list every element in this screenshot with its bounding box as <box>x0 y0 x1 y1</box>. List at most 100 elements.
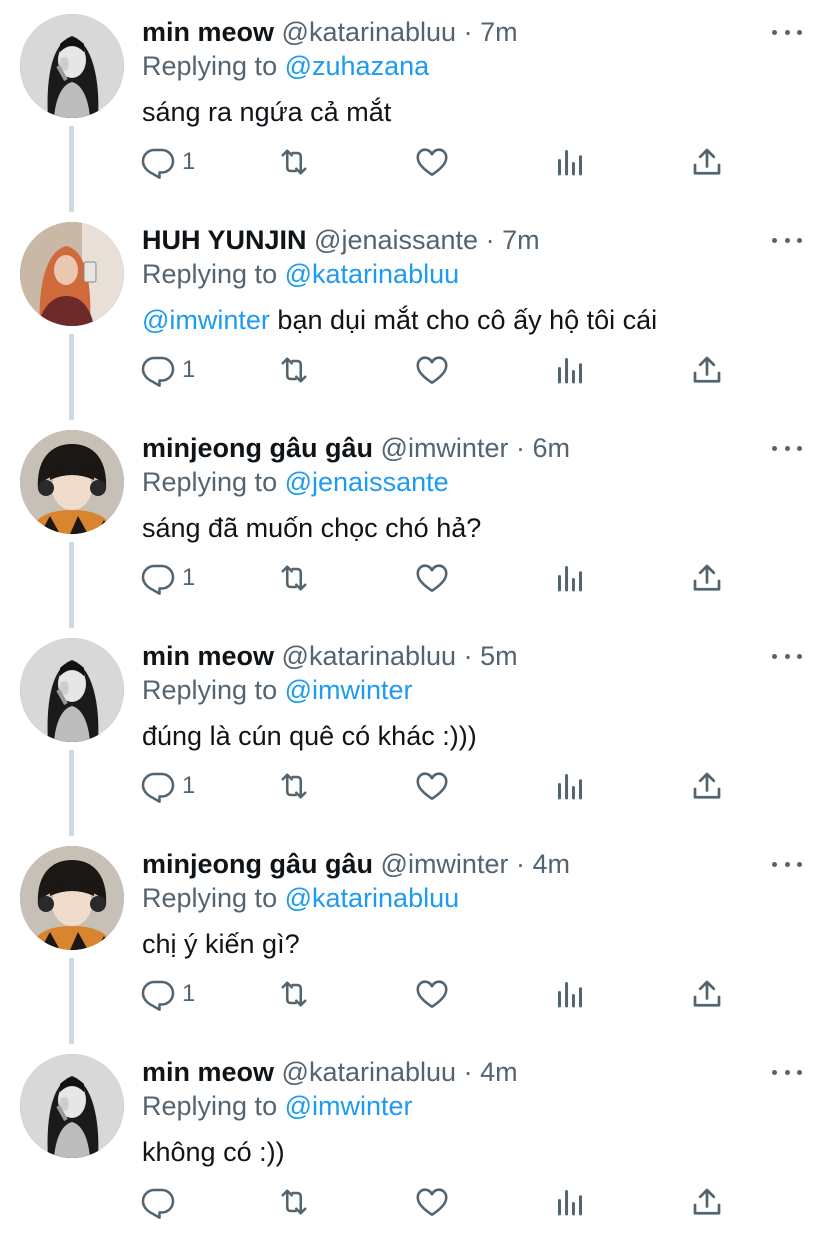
replying-to-handle[interactable]: @zuhazana <box>285 51 430 81</box>
timestamp[interactable]: 4m <box>532 849 570 879</box>
views-icon <box>552 976 588 1012</box>
user-handle[interactable]: @katarinabluu <box>282 1057 457 1087</box>
retweet-button[interactable] <box>276 1180 312 1224</box>
separator-dot: · <box>463 17 473 47</box>
share-button[interactable] <box>689 764 725 808</box>
like-button[interactable] <box>414 348 450 392</box>
replying-to-handle[interactable]: @imwinter <box>285 1091 413 1121</box>
reply-button[interactable]: 1 <box>140 972 195 1016</box>
views-button[interactable] <box>552 348 588 392</box>
share-icon <box>689 1184 725 1220</box>
share-button[interactable] <box>689 140 725 184</box>
replying-to-handle[interactable]: @katarinabluu <box>285 883 460 913</box>
retweet-button[interactable] <box>276 556 312 600</box>
reply-icon <box>140 352 176 388</box>
timestamp[interactable]: 4m <box>480 1057 518 1087</box>
views-icon <box>552 144 588 180</box>
reply-button[interactable] <box>140 1180 182 1224</box>
heart-icon <box>414 768 450 804</box>
timestamp[interactable]: 5m <box>480 641 518 671</box>
views-button[interactable] <box>552 140 588 184</box>
heart-icon <box>414 1184 450 1220</box>
views-button[interactable] <box>552 556 588 600</box>
reply-icon <box>140 1184 176 1220</box>
display-name[interactable]: HUH YUNJIN <box>142 225 307 255</box>
tweet-text: @imwinter bạn dụi mắt cho cô ấy hộ tôi c… <box>142 304 657 336</box>
mention-link[interactable]: @imwinter <box>142 305 270 335</box>
avatar[interactable] <box>20 14 124 118</box>
tweet-body: đúng là cún quê có khác :))) <box>142 721 477 751</box>
reply-count: 1 <box>182 356 196 383</box>
display-name[interactable]: minjeong gâu gâu <box>142 849 373 879</box>
action-bar: 1 <box>0 348 828 392</box>
timestamp[interactable]: 7m <box>502 225 540 255</box>
replying-to-handle[interactable]: @katarinabluu <box>285 259 460 289</box>
retweet-button[interactable] <box>276 764 312 808</box>
like-button[interactable] <box>414 764 450 808</box>
user-handle[interactable]: @katarinabluu <box>282 641 457 671</box>
replying-to-handle[interactable]: @jenaissante <box>285 467 449 497</box>
retweet-button[interactable] <box>276 140 312 184</box>
user-handle[interactable]: @katarinabluu <box>282 17 457 47</box>
retweet-button[interactable] <box>276 348 312 392</box>
views-button[interactable] <box>552 972 588 1016</box>
share-icon <box>689 144 725 180</box>
like-button[interactable] <box>414 1180 450 1224</box>
tweet[interactable]: minjeong gâu gâu @imwinter · 4m Replying… <box>0 832 828 1040</box>
replying-to: Replying to @imwinter <box>142 674 413 706</box>
replying-label: Replying to <box>142 467 278 497</box>
share-icon <box>689 352 725 388</box>
more-icon[interactable] <box>772 852 802 876</box>
timestamp[interactable]: 7m <box>480 17 518 47</box>
reply-button[interactable]: 1 <box>140 140 195 184</box>
tweet-body: bạn dụi mắt cho cô ấy hộ tôi cái <box>269 305 658 335</box>
replying-to-handle[interactable]: @imwinter <box>285 675 413 705</box>
reply-button[interactable]: 1 <box>140 764 195 808</box>
replying-to: Replying to @zuhazana <box>142 50 429 82</box>
action-bar: 1 <box>0 972 828 1016</box>
more-icon[interactable] <box>772 20 802 44</box>
views-button[interactable] <box>552 764 588 808</box>
display-name[interactable]: min meow <box>142 641 274 671</box>
user-handle[interactable]: @imwinter <box>381 433 509 463</box>
avatar[interactable] <box>20 1054 124 1158</box>
tweet-header: HUH YUNJIN @jenaissante · 7m <box>142 224 540 256</box>
more-icon[interactable] <box>772 644 802 668</box>
tweet-text: sáng đã muốn chọc chó hả? <box>142 512 481 544</box>
views-icon <box>552 352 588 388</box>
views-button[interactable] <box>552 1180 588 1224</box>
share-icon <box>689 560 725 596</box>
like-button[interactable] <box>414 140 450 184</box>
timestamp[interactable]: 6m <box>532 433 570 463</box>
reply-count: 1 <box>182 772 196 799</box>
user-handle[interactable]: @imwinter <box>381 849 509 879</box>
tweet[interactable]: min meow @katarinabluu · 7m Replying to … <box>0 0 828 208</box>
avatar[interactable] <box>20 846 124 950</box>
like-button[interactable] <box>414 556 450 600</box>
separator-dot: · <box>515 849 525 879</box>
tweet[interactable]: min meow @katarinabluu · 5m Replying to … <box>0 624 828 832</box>
share-button[interactable] <box>689 348 725 392</box>
like-button[interactable] <box>414 972 450 1016</box>
action-bar: 1 <box>0 764 828 808</box>
tweet[interactable]: HUH YUNJIN @jenaissante · 7m Replying to… <box>0 208 828 416</box>
reply-button[interactable]: 1 <box>140 348 195 392</box>
display-name[interactable]: min meow <box>142 17 274 47</box>
reply-button[interactable]: 1 <box>140 556 195 600</box>
more-icon[interactable] <box>772 1060 802 1084</box>
share-button[interactable] <box>689 1180 725 1224</box>
avatar[interactable] <box>20 222 124 326</box>
share-button[interactable] <box>689 556 725 600</box>
display-name[interactable]: minjeong gâu gâu <box>142 433 373 463</box>
more-icon[interactable] <box>772 436 802 460</box>
tweet[interactable]: min meow @katarinabluu · 4m Replying to … <box>0 1040 828 1248</box>
avatar[interactable] <box>20 638 124 742</box>
user-handle[interactable]: @jenaissante <box>314 225 478 255</box>
more-icon[interactable] <box>772 228 802 252</box>
avatar[interactable] <box>20 430 124 534</box>
share-button[interactable] <box>689 972 725 1016</box>
tweet-text: chị ý kiến gì? <box>142 928 300 960</box>
display-name[interactable]: min meow <box>142 1057 274 1087</box>
retweet-button[interactable] <box>276 972 312 1016</box>
tweet[interactable]: minjeong gâu gâu @imwinter · 6m Replying… <box>0 416 828 624</box>
